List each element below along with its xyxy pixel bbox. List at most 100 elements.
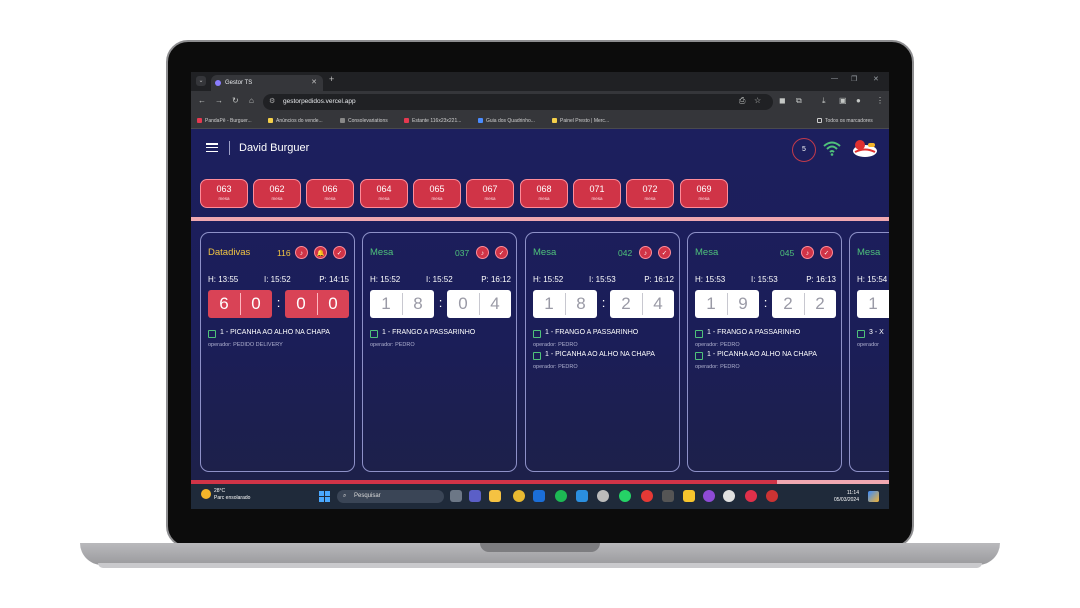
- site-info-icon[interactable]: ⚙: [269, 94, 275, 110]
- pending-order-pill[interactable]: 069 mesa: [680, 179, 728, 208]
- bookmark-item[interactable]: Anúncios do vende...: [268, 116, 323, 126]
- bookmark-item[interactable]: Estante 116x23x221...: [404, 116, 461, 126]
- profile-icon[interactable]: ●: [856, 96, 861, 105]
- bookmark-item[interactable]: Guia dos Quadrinho...: [478, 116, 535, 126]
- minimize-icon[interactable]: —: [831, 75, 838, 82]
- spotify-icon[interactable]: [555, 490, 567, 502]
- app-icon[interactable]: [533, 490, 545, 502]
- order-card[interactable]: Mesa 042 ♪ ✓ H: 15:52 I: 15:53 P: 16:12 …: [525, 232, 680, 472]
- order-timer: 60 : 00: [208, 290, 349, 318]
- order-timer: 1: [857, 290, 889, 318]
- pending-order-pill[interactable]: 068 mesa: [520, 179, 568, 208]
- pending-order-pill[interactable]: 066 mesa: [306, 179, 354, 208]
- app-icon[interactable]: [597, 490, 609, 502]
- address-bar[interactable]: ⚙ gestorpedidos.vercel.app: [263, 94, 773, 110]
- confirm-button[interactable]: ✓: [495, 246, 508, 259]
- sound-button[interactable]: ♪: [295, 246, 308, 259]
- home-icon[interactable]: ⌂: [249, 96, 254, 105]
- tab-search-icon[interactable]: ⌄: [196, 76, 206, 86]
- app-icon[interactable]: [745, 490, 757, 502]
- count-badge[interactable]: 5: [792, 138, 816, 162]
- confirm-button[interactable]: ✓: [820, 246, 833, 259]
- close-window-icon[interactable]: ✕: [873, 75, 879, 83]
- sound-button[interactable]: ♪: [476, 246, 489, 259]
- install-app-icon[interactable]: ⎙: [739, 96, 745, 106]
- system-clock[interactable]: 11:14 05/03/2024: [821, 490, 859, 504]
- time-i: I: 15:52: [264, 275, 291, 284]
- menu-icon[interactable]: [206, 143, 218, 153]
- whatsapp-icon[interactable]: [619, 490, 631, 502]
- windows-taskbar: 28°C Parc ensolarado ⌕ Pesquisar 11:14 05…: [191, 484, 889, 509]
- task-view-icon[interactable]: [450, 490, 462, 502]
- notification-icon[interactable]: [868, 491, 879, 502]
- order-items: 1 - FRANGO A PASSARINHO operador: PEDRO …: [533, 329, 678, 373]
- time-p: P: 16:13: [806, 275, 836, 284]
- order-type: Datadivas: [208, 247, 251, 258]
- sticky-notes-icon[interactable]: [683, 490, 695, 502]
- download-icon[interactable]: ⤓: [822, 96, 826, 106]
- order-item[interactable]: 1 - FRANGO A PASSARINHO: [370, 329, 515, 340]
- back-icon[interactable]: ←: [198, 96, 206, 105]
- order-card[interactable]: Mesa 045 ♪ ✓ H: 15:53 I: 15:53 P: 16:13 …: [687, 232, 842, 472]
- taskbar-search[interactable]: ⌕ Pesquisar: [337, 490, 444, 503]
- app-icon[interactable]: [766, 490, 778, 502]
- reload-icon[interactable]: ↻: [232, 96, 239, 105]
- pending-order-pill[interactable]: 065 mesa: [413, 179, 461, 208]
- order-item[interactable]: 1 - PICANHA AO ALHO NA CHAPA: [208, 329, 353, 340]
- terminal-icon[interactable]: [662, 490, 674, 502]
- pending-order-pill[interactable]: 072 mesa: [626, 179, 674, 208]
- new-tab-icon[interactable]: +: [329, 74, 334, 84]
- order-card[interactable]: Mesa 037 ♪ ✓ H: 15:52 I: 15:52 P: 16:12 …: [362, 232, 517, 472]
- order-items: 3 - X operador: [857, 329, 889, 351]
- item-checkbox[interactable]: [857, 330, 865, 338]
- bookmark-item[interactable]: Consolevariations: [340, 116, 388, 126]
- all-bookmarks[interactable]: Todos os marcadores: [817, 116, 873, 126]
- pending-order-pill[interactable]: 064 mesa: [360, 179, 408, 208]
- browser-tab[interactable]: Gestor TS ✕: [211, 75, 323, 91]
- order-item[interactable]: 1 - FRANGO A PASSARINHO: [695, 329, 840, 340]
- file-explorer-icon[interactable]: [489, 490, 501, 502]
- order-item[interactable]: 1 - PICANHA AO ALHO NA CHAPA: [533, 351, 678, 362]
- laptop-foot: [98, 563, 982, 568]
- maximize-icon[interactable]: ❐: [851, 75, 857, 83]
- bookmark-item[interactable]: Painel Presto | Merc...: [552, 116, 609, 126]
- order-number: 037: [455, 248, 470, 258]
- github-icon[interactable]: [723, 490, 735, 502]
- forward-icon[interactable]: →: [215, 96, 223, 105]
- confirm-button[interactable]: ✓: [333, 246, 346, 259]
- close-tab-icon[interactable]: ✕: [311, 75, 317, 91]
- order-type: Mesa: [533, 247, 557, 258]
- pending-order-pill[interactable]: 071 mesa: [573, 179, 621, 208]
- confirm-button[interactable]: ✓: [658, 246, 671, 259]
- pending-order-pill[interactable]: 062 mesa: [253, 179, 301, 208]
- order-card[interactable]: Datadivas 116 ♪ 🔔 ✓ H: 13:55 I: 15:52 P:…: [200, 232, 355, 472]
- sound-button[interactable]: ♪: [801, 246, 814, 259]
- bookmark-star-icon[interactable]: ☆: [754, 96, 761, 105]
- item-checkbox[interactable]: [695, 330, 703, 338]
- vscode-icon[interactable]: [576, 490, 588, 502]
- order-item[interactable]: 1 - FRANGO A PASSARINHO: [533, 329, 678, 340]
- item-checkbox[interactable]: [208, 330, 216, 338]
- order-timer: 18 : 04: [370, 290, 511, 318]
- item-checkbox[interactable]: [370, 330, 378, 338]
- youtube-icon[interactable]: [641, 490, 653, 502]
- pending-order-pill[interactable]: 067 mesa: [466, 179, 514, 208]
- windows-start-icon[interactable]: [319, 491, 330, 502]
- bookmark-item[interactable]: PandaPê - Burguer...: [197, 116, 252, 126]
- order-item[interactable]: 1 - PICANHA AO ALHO NA CHAPA: [695, 351, 840, 362]
- side-panel-icon[interactable]: ▣: [839, 96, 847, 105]
- item-checkbox[interactable]: [533, 330, 541, 338]
- sound-button[interactable]: ♪: [639, 246, 652, 259]
- browser-menu-icon[interactable]: ⋮: [876, 96, 884, 105]
- chrome-icon[interactable]: [513, 490, 525, 502]
- order-card[interactable]: Mesa H: 15:54 1 3 - X operador: [849, 232, 889, 472]
- item-checkbox[interactable]: [533, 352, 541, 360]
- app-icon[interactable]: [703, 490, 715, 502]
- order-item[interactable]: 3 - X: [857, 329, 889, 340]
- extension-1-icon[interactable]: ◼: [779, 96, 786, 105]
- teams-icon[interactable]: [469, 490, 481, 502]
- pending-order-pill[interactable]: 063 mesa: [200, 179, 248, 208]
- alert-button[interactable]: 🔔: [314, 246, 327, 259]
- extensions-icon[interactable]: ⧉: [796, 96, 802, 106]
- item-checkbox[interactable]: [695, 352, 703, 360]
